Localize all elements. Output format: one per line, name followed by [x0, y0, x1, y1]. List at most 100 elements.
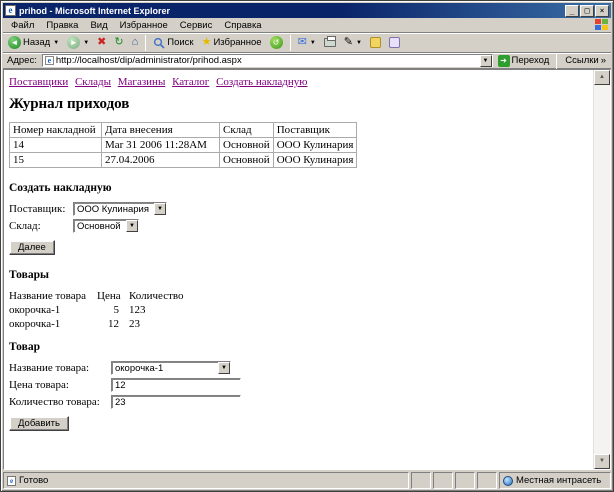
refresh-button[interactable]: ↻ — [111, 35, 126, 50]
chevron-down-icon[interactable]: ▼ — [154, 203, 166, 215]
nav-link-catalog[interactable]: Каталог — [172, 76, 209, 88]
search-button[interactable]: Поиск — [150, 36, 196, 50]
status-pane — [455, 472, 475, 489]
home-button[interactable]: ⌂ — [129, 35, 142, 50]
refresh-icon: ↻ — [114, 36, 124, 48]
nav-link-warehouses[interactable]: Склады — [75, 76, 111, 88]
back-button[interactable]: ◄ Назад ▼ — [5, 35, 62, 50]
product-name-label: Название товара: — [9, 362, 90, 374]
table-row: 14 Mar 31 2006 11:28AM Основной ООО Кули… — [9, 137, 358, 153]
history-button[interactable]: ↺ — [267, 35, 286, 50]
document-icon: e — [7, 475, 16, 486]
products-title: Товары — [9, 269, 49, 281]
status-ready-pane: e Готово — [3, 472, 409, 489]
mail-button[interactable]: ✉ ▼ — [295, 35, 319, 50]
table-row: окорочка-1 12 23 — [9, 318, 140, 330]
minimize-button[interactable]: _ — [565, 4, 579, 17]
messenger-button[interactable] — [367, 36, 384, 49]
status-pane — [411, 472, 431, 489]
home-icon: ⌂ — [131, 36, 139, 48]
browser-window: e prihod - Microsoft Internet Explorer _… — [0, 0, 614, 492]
go-label: Переход — [511, 55, 550, 66]
chevron-down-icon[interactable]: ▼ — [218, 362, 230, 374]
toolbar: ◄ Назад ▼ ► ▼ ✖ ↻ ⌂ Поиск ★ Избранное ↺ — [3, 33, 611, 53]
back-dropdown-icon[interactable]: ▼ — [53, 40, 59, 46]
menu-view[interactable]: Вид — [84, 19, 113, 32]
go-button[interactable]: ➜ Переход — [496, 54, 552, 67]
products-col-price: Цена — [97, 290, 121, 302]
print-button[interactable] — [321, 36, 339, 48]
scroll-up-icon[interactable]: ▲ — [594, 70, 610, 85]
links-label: Ссылки — [565, 55, 599, 66]
windows-logo-icon — [595, 19, 608, 31]
supplier-row: Поставщик: ООО Кулинария ▼ — [9, 202, 593, 216]
journal-table: Номер накладной Дата внесения Склад Пост… — [9, 122, 358, 168]
add-button[interactable]: Добавить — [9, 416, 69, 431]
back-label: Назад — [23, 37, 51, 48]
search-icon — [154, 37, 165, 49]
product-price-label: Цена товара: — [9, 379, 69, 391]
nav-link-suppliers[interactable]: Поставщики — [9, 76, 68, 88]
product-name-select-value: окорочка-1 — [115, 362, 164, 374]
discuss-icon — [388, 37, 400, 48]
address-dropdown-icon[interactable]: ▼ — [479, 54, 492, 67]
products-col-name: Название товара — [9, 290, 86, 302]
stop-icon: ✖ — [97, 36, 107, 48]
links-button[interactable]: Ссылки » — [562, 55, 609, 66]
print-icon — [323, 36, 336, 47]
status-pane — [477, 472, 497, 489]
supplier-label: Поставщик: — [9, 203, 66, 215]
addressbar-separator — [556, 52, 558, 69]
security-zone-pane: Местная интрасеть — [499, 472, 611, 489]
favorites-label: Избранное — [213, 37, 262, 48]
favorites-button[interactable]: ★ Избранное — [199, 35, 265, 50]
close-button[interactable]: × — [595, 4, 609, 17]
warehouse-select[interactable]: Основной ▼ — [73, 219, 139, 233]
toolbar-separator — [289, 34, 291, 51]
menu-favorites[interactable]: Избранное — [114, 19, 174, 32]
web-page: Поставщики Склады Магазины Каталог Созда… — [4, 70, 593, 469]
stop-button[interactable]: ✖ — [94, 35, 109, 50]
maximize-button[interactable]: □ — [580, 4, 594, 17]
content-area: Поставщики Склады Магазины Каталог Созда… — [3, 69, 611, 470]
product-name-select[interactable]: окорочка-1 ▼ — [111, 361, 231, 375]
supplier-select[interactable]: ООО Кулинария ▼ — [73, 202, 167, 216]
menu-help[interactable]: Справка — [218, 19, 267, 32]
product-qty-input[interactable] — [111, 395, 241, 409]
edit-button[interactable]: ✎ ▼ — [341, 35, 365, 50]
mail-dropdown-icon[interactable]: ▼ — [310, 40, 316, 46]
edit-dropdown-icon[interactable]: ▼ — [356, 40, 362, 46]
forward-dropdown-icon[interactable]: ▼ — [83, 40, 89, 46]
address-input[interactable] — [55, 55, 480, 66]
nav-link-create-invoice[interactable]: Создать накладную — [216, 76, 307, 88]
warehouse-label: Склад: — [9, 220, 41, 232]
vertical-scrollbar[interactable]: ▲ ▼ — [593, 70, 610, 469]
history-icon: ↺ — [269, 36, 283, 49]
favorites-star-icon: ★ — [201, 36, 212, 48]
scroll-down-icon[interactable]: ▼ — [594, 454, 610, 469]
menu-edit[interactable]: Правка — [40, 19, 84, 32]
status-pane — [433, 472, 453, 489]
warehouse-row: Склад: Основной ▼ — [9, 219, 593, 233]
status-bar: e Готово Местная интрасеть — [3, 470, 611, 489]
mail-icon: ✉ — [297, 36, 307, 48]
go-arrow-icon: ➜ — [497, 54, 510, 67]
menu-tools[interactable]: Сервис — [174, 19, 219, 32]
table-row: 15 27.04.2006 Основной ООО Кулинария — [9, 152, 358, 168]
journal-col-number: Номер накладной — [9, 122, 102, 138]
chevron-down-icon[interactable]: ▼ — [126, 220, 138, 232]
nav-link-shops[interactable]: Магазины — [118, 76, 166, 88]
create-invoice-title: Создать накладную — [9, 182, 112, 194]
product-form-title: Товар — [9, 341, 40, 353]
product-name-row: Название товара: окорочка-1 ▼ — [9, 361, 593, 375]
next-button[interactable]: Далее — [9, 240, 55, 255]
forward-button[interactable]: ► ▼ — [64, 35, 92, 50]
product-price-input[interactable] — [111, 378, 241, 392]
product-qty-row: Количество товара: — [9, 395, 593, 409]
products-header-row: Название товара Цена Количество — [9, 289, 199, 303]
products-col-qty: Количество — [129, 290, 184, 302]
discuss-button[interactable] — [386, 36, 403, 49]
menu-file[interactable]: Файл — [5, 19, 40, 32]
journal-header-row: Номер накладной Дата внесения Склад Пост… — [9, 122, 358, 138]
address-bar: Адрес: e ▼ ➜ Переход Ссылки » — [3, 52, 611, 69]
